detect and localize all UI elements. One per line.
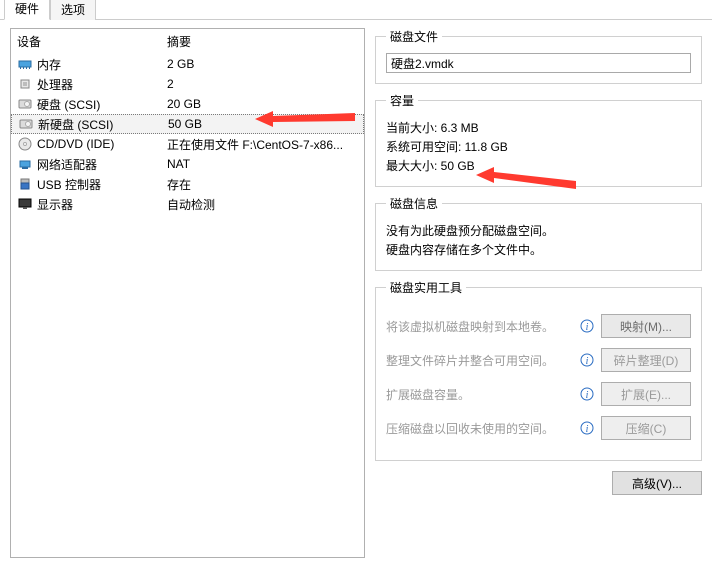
device-name: 显示器: [37, 196, 167, 213]
info-icon[interactable]: i: [579, 352, 595, 368]
info-icon[interactable]: i: [579, 386, 595, 402]
diskinfo-legend: 磁盘信息: [386, 195, 442, 212]
util-row-map: 将该虚拟机磁盘映射到本地卷。 i 映射(M)...: [386, 314, 691, 338]
diskutil-group: 磁盘实用工具 将该虚拟机磁盘映射到本地卷。 i 映射(M)... 整理文件碎片并…: [375, 279, 702, 461]
device-name: 内存: [37, 56, 167, 73]
device-name: 硬盘 (SCSI): [37, 96, 167, 113]
device-name: CD/DVD (IDE): [37, 137, 167, 151]
util-expand-label: 扩展磁盘容量。: [386, 386, 573, 403]
harddisk-icon: [18, 116, 34, 132]
advanced-row: 高级(V)...: [375, 471, 702, 495]
svg-text:i: i: [586, 390, 589, 401]
util-row-expand: 扩展磁盘容量。 i 扩展(E)...: [386, 382, 691, 406]
detail-panel: 磁盘文件 容量 当前大小: 6.3 MB 系统可用空间: 11.8 GB 最大大…: [375, 28, 702, 558]
header-device: 设备: [17, 33, 167, 50]
cpu-icon: [17, 76, 33, 92]
device-list-panel: 设备 摘要 内存 2 GB 处理器 2 硬盘 (SCSI) 20 GB: [10, 28, 365, 558]
compact-button[interactable]: 压缩(C): [601, 416, 691, 440]
network-icon: [17, 156, 33, 172]
device-name: 网络适配器: [37, 156, 167, 173]
device-summary: 存在: [167, 176, 358, 193]
svg-text:i: i: [586, 356, 589, 367]
device-list-header: 设备 摘要: [11, 29, 364, 54]
device-row-cddvd[interactable]: CD/DVD (IDE) 正在使用文件 F:\CentOS-7-x86...: [11, 134, 364, 154]
info-icon[interactable]: i: [579, 420, 595, 436]
capacity-current: 当前大小: 6.3 MB: [386, 119, 691, 136]
diskinfo-group: 磁盘信息 没有为此硬盘预分配磁盘空间。 硬盘内容存储在多个文件中。: [375, 195, 702, 271]
usb-icon: [17, 176, 33, 192]
header-summary: 摘要: [167, 33, 358, 50]
device-name: 处理器: [37, 76, 167, 93]
diskfile-input[interactable]: [386, 53, 691, 73]
util-defrag-label: 整理文件碎片并整合可用空间。: [386, 352, 573, 369]
device-row-memory[interactable]: 内存 2 GB: [11, 54, 364, 74]
device-row-network[interactable]: 网络适配器 NAT: [11, 154, 364, 174]
device-summary: 正在使用文件 F:\CentOS-7-x86...: [167, 136, 358, 153]
capacity-sysfree: 系统可用空间: 11.8 GB: [386, 138, 691, 155]
capacity-group: 容量 当前大小: 6.3 MB 系统可用空间: 11.8 GB 最大大小: 50…: [375, 92, 702, 187]
device-summary: 20 GB: [167, 97, 358, 111]
util-row-compact: 压缩磁盘以回收未使用的空间。 i 压缩(C): [386, 416, 691, 440]
util-row-defrag: 整理文件碎片并整合可用空间。 i 碎片整理(D): [386, 348, 691, 372]
info-icon[interactable]: i: [579, 318, 595, 334]
advanced-button[interactable]: 高级(V)...: [612, 471, 702, 495]
device-summary: 2: [167, 77, 358, 91]
device-summary: 50 GB: [168, 117, 357, 131]
device-row-newharddisk[interactable]: 新硬盘 (SCSI) 50 GB: [11, 114, 364, 134]
device-row-harddisk[interactable]: 硬盘 (SCSI) 20 GB: [11, 94, 364, 114]
map-button[interactable]: 映射(M)...: [601, 314, 691, 338]
harddisk-icon: [17, 96, 33, 112]
device-name: USB 控制器: [37, 176, 167, 193]
device-row-usb[interactable]: USB 控制器 存在: [11, 174, 364, 194]
util-compact-label: 压缩磁盘以回收未使用的空间。: [386, 420, 573, 437]
diskfile-legend: 磁盘文件: [386, 28, 442, 45]
svg-text:i: i: [586, 322, 589, 333]
content-area: 设备 摘要 内存 2 GB 处理器 2 硬盘 (SCSI) 20 GB: [0, 20, 712, 566]
diskutil-legend: 磁盘实用工具: [386, 279, 466, 296]
capacity-legend: 容量: [386, 92, 418, 109]
memory-icon: [17, 56, 33, 72]
device-summary: NAT: [167, 157, 358, 171]
diskfile-group: 磁盘文件: [375, 28, 702, 84]
device-name: 新硬盘 (SCSI): [38, 116, 168, 133]
defrag-button[interactable]: 碎片整理(D): [601, 348, 691, 372]
tab-options[interactable]: 选项: [50, 0, 96, 20]
device-summary: 自动检测: [167, 196, 358, 213]
display-icon: [17, 196, 33, 212]
svg-text:i: i: [586, 424, 589, 435]
tab-bar: 硬件 选项: [0, 0, 712, 20]
device-row-cpu[interactable]: 处理器 2: [11, 74, 364, 94]
util-map-label: 将该虚拟机磁盘映射到本地卷。: [386, 318, 573, 335]
expand-button[interactable]: 扩展(E)...: [601, 382, 691, 406]
diskinfo-line2: 硬盘内容存储在多个文件中。: [386, 241, 691, 258]
device-row-display[interactable]: 显示器 自动检测: [11, 194, 364, 214]
tab-hardware[interactable]: 硬件: [4, 0, 50, 20]
device-summary: 2 GB: [167, 57, 358, 71]
capacity-max: 最大大小: 50 GB: [386, 157, 691, 174]
cd-icon: [17, 136, 33, 152]
diskinfo-line1: 没有为此硬盘预分配磁盘空间。: [386, 222, 691, 239]
